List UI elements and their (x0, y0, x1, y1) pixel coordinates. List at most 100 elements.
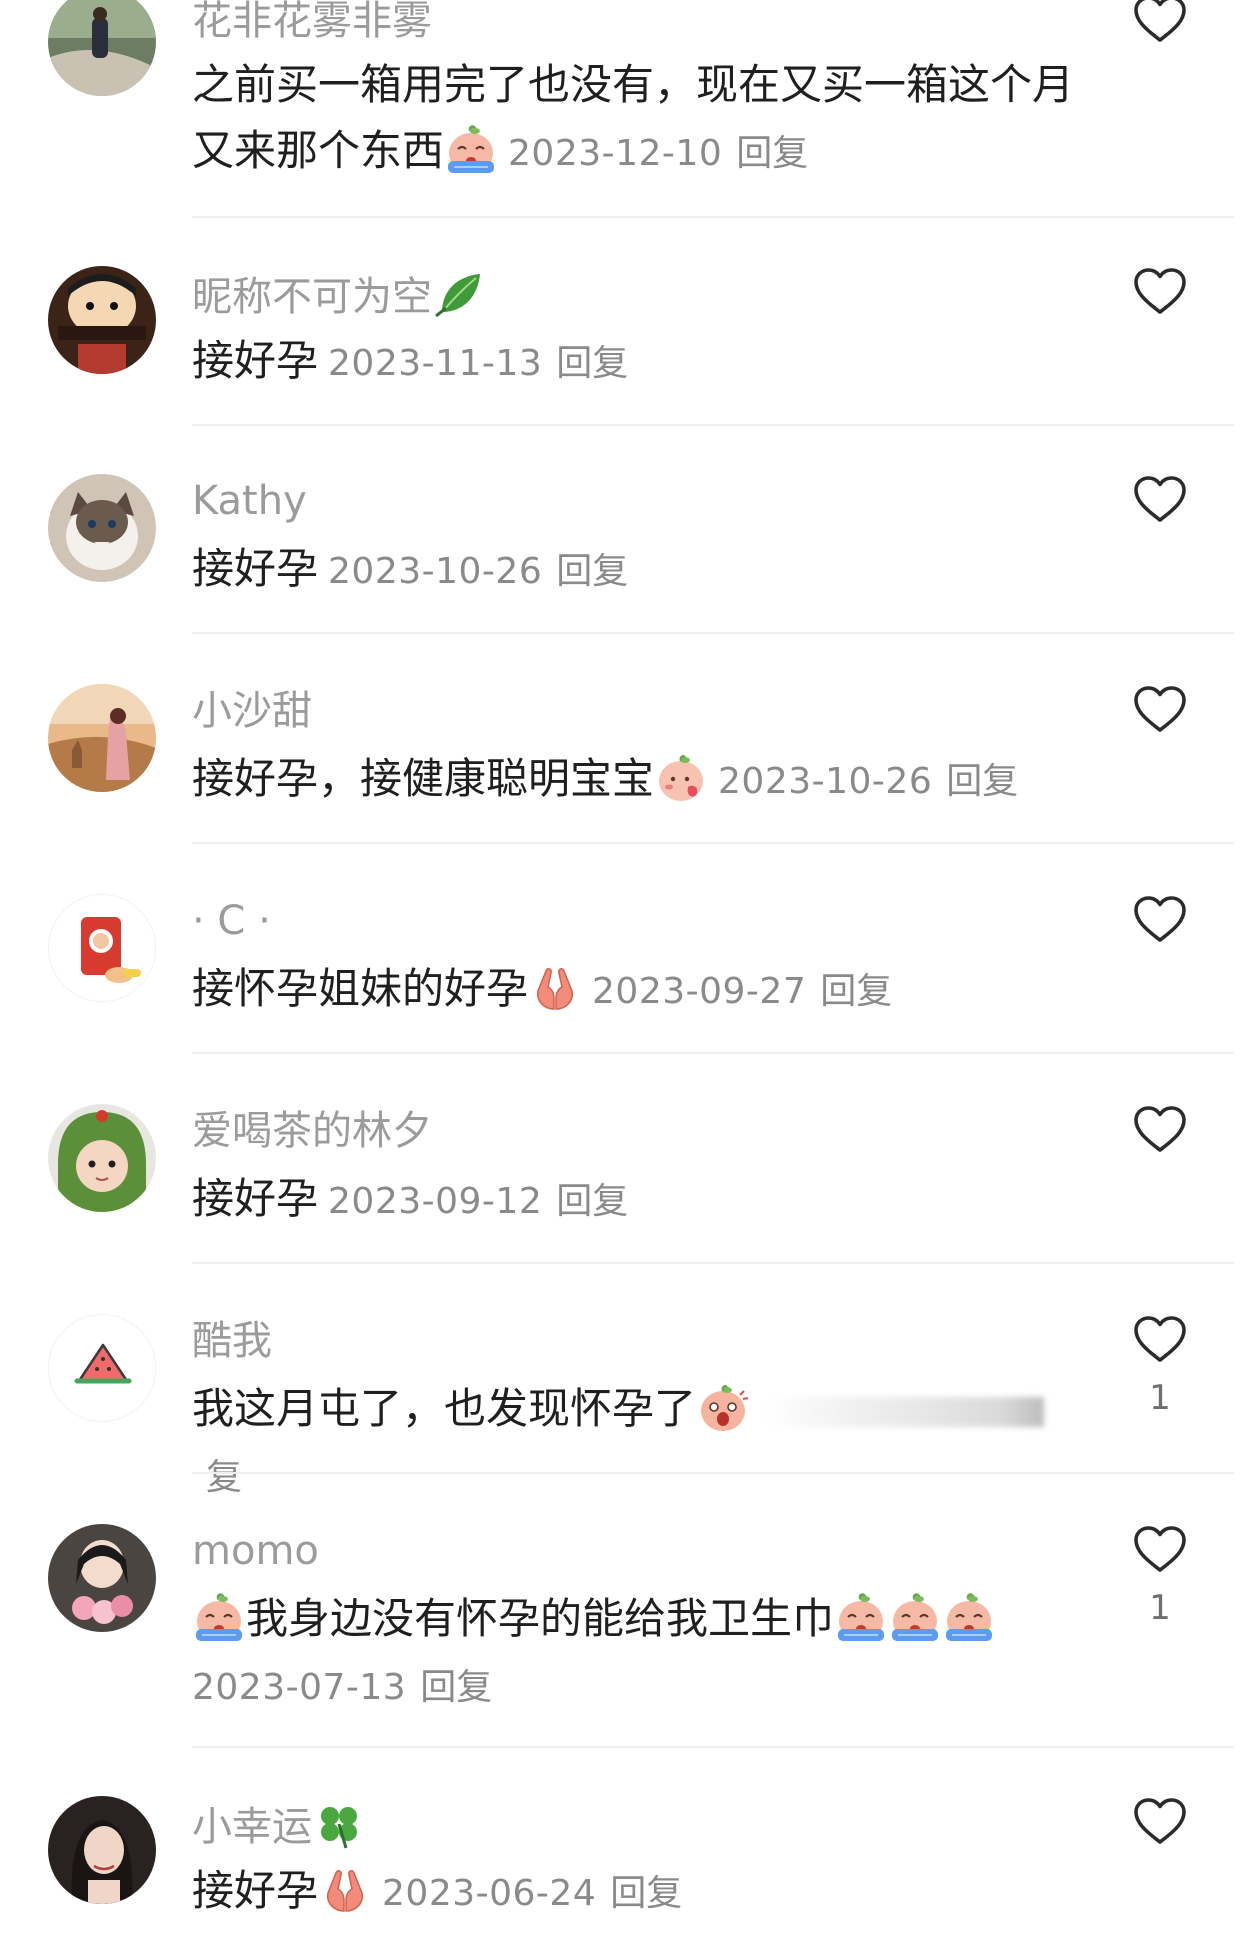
comment-date: 2023-10-26 (328, 551, 543, 592)
avatar[interactable] (48, 1314, 156, 1422)
comment-meta: 2023-12-10 回复 (508, 133, 808, 174)
comment-item: momo 我身边没有怀孕的能给我卫生巾 2023-07-13 回复 1 (0, 1476, 1242, 1748)
divider (192, 1472, 1234, 1474)
comment-content: 接好孕 2023-10-26 回复 (192, 536, 1092, 605)
comment-date: 2023-06-24 (382, 1873, 597, 1914)
reply-button[interactable]: 回复 (610, 1873, 682, 1914)
username[interactable]: 花非花雾非雾 (192, 0, 432, 46)
like-button[interactable] (1128, 1524, 1192, 1580)
avatar[interactable] (48, 894, 156, 1002)
comment-text: 接好孕 (192, 544, 319, 593)
praying-hands-emoji-icon (528, 961, 582, 1013)
redacted-date (764, 1397, 1045, 1427)
heart-icon (1132, 0, 1188, 44)
username[interactable]: momo (192, 1526, 319, 1576)
username[interactable]: Kathy (192, 476, 307, 526)
comment-date: 2023-07-13 (192, 1667, 407, 1708)
comment-content: 接好孕 2023-09-12 回复 (192, 1166, 1092, 1235)
divider (192, 632, 1234, 634)
dark-hair-girl-avatar-icon (48, 1796, 156, 1904)
heart-icon (1132, 1104, 1188, 1154)
four-leaf-clover-emoji-icon (312, 1798, 366, 1850)
avatar[interactable] (48, 474, 156, 582)
cartoon-boy-avatar-icon (48, 266, 156, 374)
comment-content: 接好孕 2023-11-13 回复 (192, 328, 1092, 397)
comment-item: 花非花雾非雾 之前买一箱用完了也没有，现在又买一箱这个月又来那个东西 2023-1… (0, 0, 1242, 220)
crying-peach-emoji-icon (834, 1591, 888, 1643)
like-button[interactable] (1128, 474, 1192, 530)
girl-with-deer-avatar-icon (48, 684, 156, 792)
crying-peach-emoji-icon (942, 1591, 996, 1643)
username[interactable]: 小沙甜 (192, 686, 312, 736)
username[interactable]: 爱喝茶的林夕 (192, 1106, 432, 1156)
watermelon-avatar-icon (49, 1315, 155, 1421)
comment-item: 爱喝茶的林夕 接好孕 2023-09-12 回复 (0, 1056, 1242, 1266)
comment-item: 小幸运 接好孕 2023-06-24 回复 (0, 1748, 1242, 1956)
reply-button[interactable]: 回复 (820, 971, 892, 1012)
comment-item: 酷我 我这月屯了，也发现怀孕了复 1 (0, 1266, 1242, 1498)
like-button[interactable] (1128, 1104, 1192, 1160)
heart-icon (1132, 1524, 1188, 1574)
heart-icon (1132, 474, 1188, 524)
comment-meta: 2023-07-13 回复 (192, 1667, 492, 1708)
crying-peach-emoji-icon (444, 123, 498, 175)
comment-date: 2023-12-10 (508, 133, 723, 174)
comment-content: 接怀孕姐妹的好孕 2023-09-27 回复 (192, 956, 1092, 1025)
comment-text: 接好孕 (192, 1866, 319, 1915)
comment-date: 2023-09-27 (592, 971, 807, 1012)
comment-meta: 2023-10-26 回复 (328, 551, 628, 592)
forest-path-avatar-icon (48, 0, 156, 96)
like-button[interactable] (1128, 0, 1192, 50)
comment-text: 接好孕 (192, 1174, 319, 1223)
heart-icon (1132, 266, 1188, 316)
comment-text: 我身边没有怀孕的能给我卫生巾 (246, 1594, 835, 1643)
like-count: 1 (1149, 1378, 1171, 1418)
reply-button[interactable]: 回复 (556, 343, 628, 384)
leaf-emoji-icon (432, 268, 486, 320)
comment-meta: 2023-09-12 回复 (328, 1181, 628, 1222)
divider (192, 1262, 1234, 1264)
avatar[interactable] (48, 684, 156, 792)
reply-button[interactable]: 回复 (420, 1667, 492, 1708)
avatar[interactable] (48, 1796, 156, 1904)
like-button[interactable] (1128, 1796, 1192, 1852)
like-button[interactable] (1128, 894, 1192, 950)
comment-text: 接怀孕姐妹的好孕 (192, 964, 529, 1013)
username[interactable]: 昵称不可为空 (192, 268, 486, 322)
reply-button[interactable]: 回复 (736, 133, 808, 174)
avatar[interactable] (48, 1524, 156, 1632)
reply-button[interactable]: 回复 (946, 761, 1018, 802)
avatar[interactable] (48, 1104, 156, 1212)
blushing-peach-emoji-icon (654, 751, 708, 803)
like-button[interactable] (1128, 684, 1192, 740)
ragdoll-cat-avatar-icon (48, 474, 156, 582)
comment-meta: 2023-10-26 回复 (718, 761, 1018, 802)
heart-icon (1132, 1796, 1188, 1846)
comment-text: 我这月屯了，也发现怀孕了 (192, 1384, 697, 1433)
comment-meta: 2023-11-13 回复 (328, 343, 628, 384)
like-button[interactable] (1128, 1314, 1192, 1370)
username[interactable]: 小幸运 (192, 1798, 366, 1852)
reply-button[interactable]: 回复 (556, 1181, 628, 1222)
comment-item: 小沙甜 接好孕，接健康聪明宝宝 2023-10-26 回复 (0, 636, 1242, 846)
comment-date: 2023-11-13 (328, 343, 543, 384)
praying-hands-emoji-icon (318, 1863, 372, 1915)
girl-with-flowers-avatar-icon (48, 1524, 156, 1632)
crying-peach-emoji-icon (192, 1591, 246, 1643)
avatar[interactable] (48, 0, 156, 96)
avatar[interactable] (48, 266, 156, 374)
comment-content: 我身边没有怀孕的能给我卫生巾 2023-07-13 回复 (192, 1586, 1092, 1721)
comment-list: 花非花雾非雾 之前买一箱用完了也没有，现在又买一箱这个月又来那个东西 2023-1… (0, 0, 1242, 1956)
divider (192, 842, 1234, 844)
comment-meta: 2023-09-27 回复 (592, 971, 892, 1012)
heart-icon (1132, 1314, 1188, 1364)
heart-icon (1132, 894, 1188, 944)
reply-button[interactable]: 回复 (556, 551, 628, 592)
comment-date: 2023-09-12 (328, 1181, 543, 1222)
username[interactable]: · C · (192, 896, 271, 946)
child-dinosaur-hat-avatar-icon (48, 1104, 156, 1212)
comment-item: 昵称不可为空 接好孕 2023-11-13 回复 (0, 218, 1242, 426)
username[interactable]: 酷我 (192, 1316, 272, 1366)
comment-meta: 2023-06-24 回复 (382, 1873, 682, 1914)
like-button[interactable] (1128, 266, 1192, 322)
